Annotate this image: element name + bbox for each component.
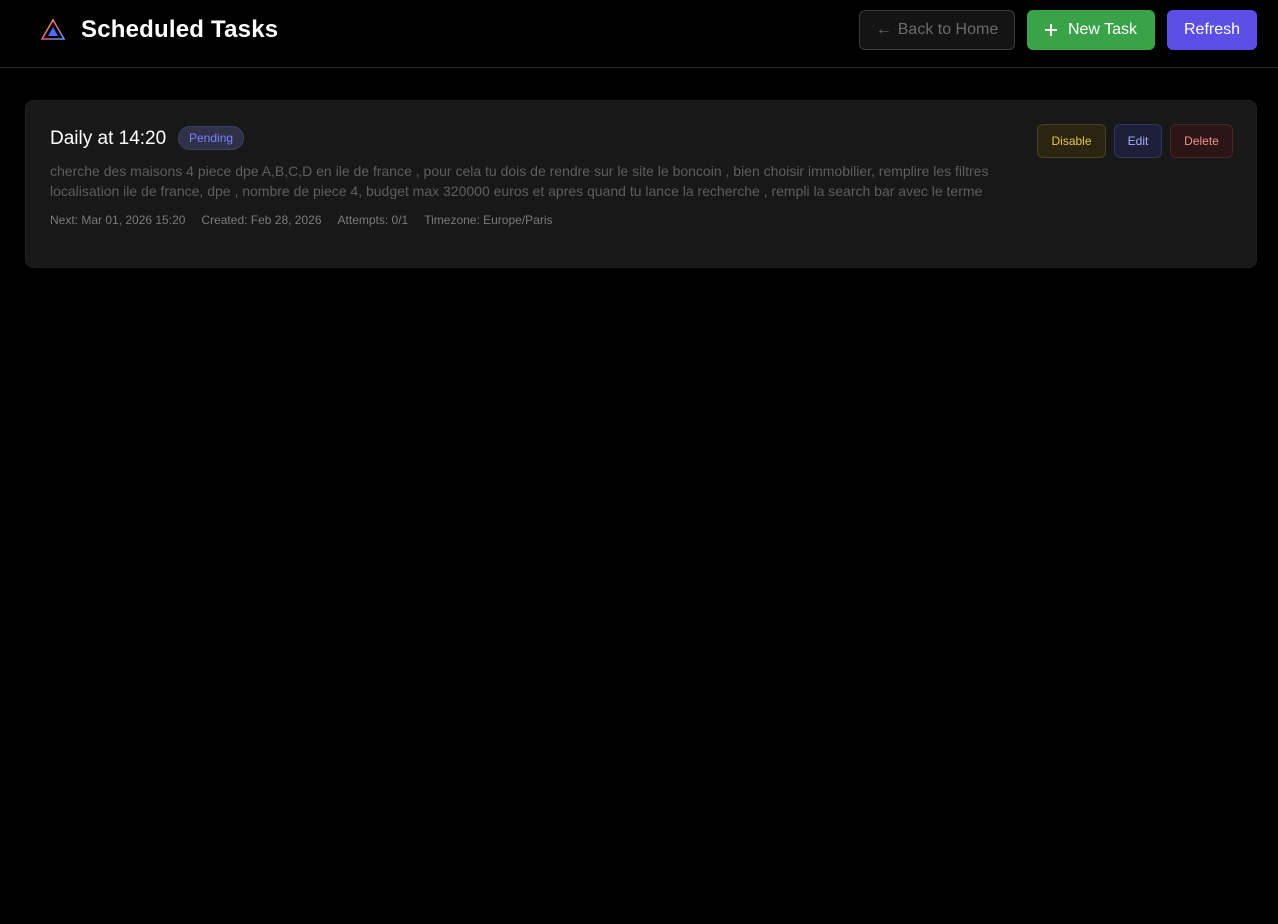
task-created: Created: Feb 28, 2026 [201,213,322,227]
task-timezone: Timezone: Europe/Paris [424,213,553,227]
triangle-logo-icon [40,18,66,40]
edit-button[interactable]: Edit [1114,124,1162,158]
page-title: Scheduled Tasks [81,16,279,43]
disable-button[interactable]: Disable [1037,124,1106,158]
header: Scheduled Tasks ← Back to Home New Task … [0,0,1278,68]
refresh-button[interactable]: Refresh [1167,10,1257,50]
task-meta: Next: Mar 01, 2026 15:20 Created: Feb 28… [50,212,553,228]
delete-button[interactable]: Delete [1170,124,1233,158]
back-to-home-label: Back to Home [897,21,999,38]
new-task-label: New Task [1067,21,1138,38]
arrow-left-icon: ← [875,21,892,38]
plus-icon [1044,24,1057,36]
task-description: cherche des maisons 4 piece dpe A,B,C,D … [50,163,989,199]
new-task-button[interactable]: New Task [1027,10,1155,50]
task-card: Daily at 14:20 Pending cherche des maiso… [25,100,1257,268]
task-attempts: Attempts: 0/1 [337,213,409,227]
back-to-home-button[interactable]: ← Back to Home [859,10,1015,50]
task-title: Daily at 14:20 [50,128,167,149]
task-next-run: Next: Mar 01, 2026 15:20 [50,213,186,227]
status-badge: Pending [178,126,245,150]
